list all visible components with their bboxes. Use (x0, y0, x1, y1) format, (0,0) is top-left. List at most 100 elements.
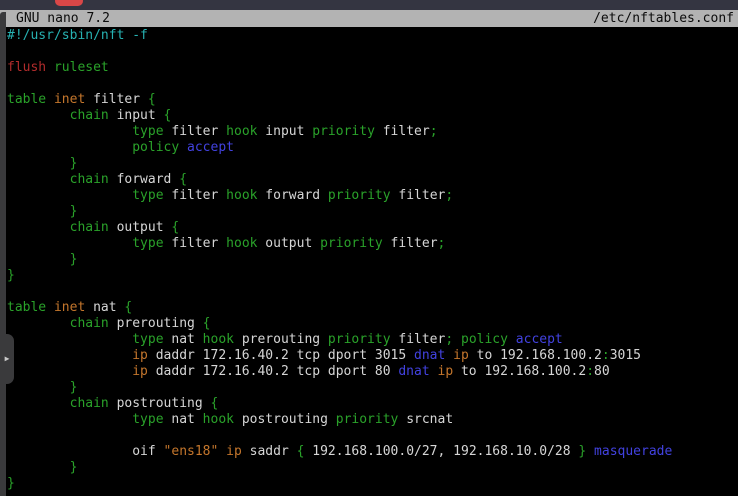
code-token: filter (391, 332, 446, 347)
code-line: table inet filter { (7, 92, 738, 108)
side-panel-edge (0, 12, 6, 496)
code-token: to 192.168.100.2 (469, 348, 602, 363)
code-token: priority (320, 188, 390, 203)
code-token: #!/usr/sbin/nft -f (7, 28, 148, 43)
code-token: chain (7, 396, 109, 411)
code-line: type filter hook output priority filter; (7, 236, 738, 252)
code-token: accept (179, 140, 234, 155)
code-line (7, 428, 738, 444)
code-token: chain (7, 108, 109, 123)
code-line: type nat hook prerouting priority filter… (7, 332, 738, 348)
editor-content[interactable]: #!/usr/sbin/nft -f flush ruleset table ine… (0, 28, 738, 492)
code-token: { (289, 444, 305, 459)
code-line: } (7, 380, 738, 396)
code-token: } (7, 380, 77, 395)
code-token: 80 (594, 364, 610, 379)
code-token: flush (7, 60, 46, 75)
code-token: output (257, 236, 312, 251)
sidebar-handle[interactable]: ▶ (0, 334, 14, 384)
code-token: forward (257, 188, 320, 203)
file-path-label: /etc/nftables.conf (593, 10, 734, 27)
code-line (7, 44, 738, 60)
window-top-bar (0, 0, 738, 10)
code-line: chain postrouting { (7, 396, 738, 412)
code-line: } (7, 268, 738, 284)
code-token: filter (164, 236, 219, 251)
code-token: accept (508, 332, 563, 347)
code-token: type (7, 332, 164, 347)
code-token: { (171, 172, 187, 187)
code-token: prerouting (234, 332, 320, 347)
code-token: output (109, 220, 164, 235)
code-line: oif "ens18" ip saddr { 192.168.100.0/27,… (7, 444, 738, 460)
code-token: hook (195, 332, 234, 347)
code-token: nat (85, 300, 116, 315)
code-line: type filter hook input priority filter; (7, 124, 738, 140)
code-token: chain (7, 172, 109, 187)
code-line: type nat hook postrouting priority srcna… (7, 412, 738, 428)
code-token: 3015 (610, 348, 641, 363)
code-token: nat (164, 412, 195, 427)
code-token: prerouting (109, 316, 195, 331)
code-token: ip (218, 444, 241, 459)
code-token: inet (46, 300, 85, 315)
code-token: priority (320, 332, 390, 347)
code-token: { (164, 220, 180, 235)
code-token: input (109, 108, 156, 123)
code-token: priority (312, 236, 382, 251)
code-line: flush ruleset (7, 60, 738, 76)
code-line: type filter hook forward priority filter… (7, 188, 738, 204)
code-token: filter (391, 188, 446, 203)
code-line: policy accept (7, 140, 738, 156)
code-token: saddr (242, 444, 289, 459)
nano-titlebar: GNU nano 7.2 /etc/nftables.conf (0, 10, 738, 27)
code-token: hook (218, 124, 257, 139)
code-line: chain forward { (7, 172, 738, 188)
code-token: postrouting (109, 396, 203, 411)
code-token: filter (85, 92, 140, 107)
code-token: } (7, 204, 77, 219)
code-token: type (7, 236, 164, 251)
code-line: table inet nat { (7, 300, 738, 316)
code-token: priority (304, 124, 374, 139)
code-line: ip daddr 172.16.40.2 tcp dport 3015 dnat… (7, 348, 738, 364)
code-token: ip (7, 364, 148, 379)
code-token: dnat (406, 348, 445, 363)
code-token: chain (7, 220, 109, 235)
code-token: daddr 172.16.40.2 tcp dport 80 (148, 364, 391, 379)
code-token: : (602, 348, 610, 363)
code-token: } (7, 460, 77, 475)
code-token: nat (164, 332, 195, 347)
arrow-right-icon: ▶ (5, 355, 10, 363)
code-token: type (7, 124, 164, 139)
code-token: dnat (391, 364, 430, 379)
app-version-label: GNU nano 7.2 (16, 10, 110, 27)
code-line (7, 76, 738, 92)
code-line: #!/usr/sbin/nft -f (7, 28, 738, 44)
code-token: table (7, 92, 46, 107)
code-token: filter (164, 124, 219, 139)
code-token: masquerade (586, 444, 672, 459)
code-token: ; policy (445, 332, 508, 347)
code-line: } (7, 252, 738, 268)
code-token: } (7, 156, 77, 171)
code-line: chain input { (7, 108, 738, 124)
code-token: daddr 172.16.40.2 tcp dport 3015 (148, 348, 406, 363)
code-line: } (7, 460, 738, 476)
code-token: postrouting (234, 412, 328, 427)
code-line: chain output { (7, 220, 738, 236)
code-token: { (195, 316, 211, 331)
code-token: table (7, 300, 46, 315)
code-line: chain prerouting { (7, 316, 738, 332)
code-token: ip (430, 364, 453, 379)
code-token: ; (445, 188, 453, 203)
code-token: } (7, 252, 77, 267)
code-token: forward (109, 172, 172, 187)
editor-area[interactable]: #!/usr/sbin/nft -f flush ruleset table ine… (0, 28, 738, 496)
code-token: ruleset (46, 60, 109, 75)
code-line: ip daddr 172.16.40.2 tcp dport 80 dnat i… (7, 364, 738, 380)
code-token: inet (46, 92, 85, 107)
code-token: 192.168.100.0/27, 192.168.10.0/28 (304, 444, 570, 459)
code-token: filter (164, 188, 219, 203)
code-token: policy (7, 140, 179, 155)
